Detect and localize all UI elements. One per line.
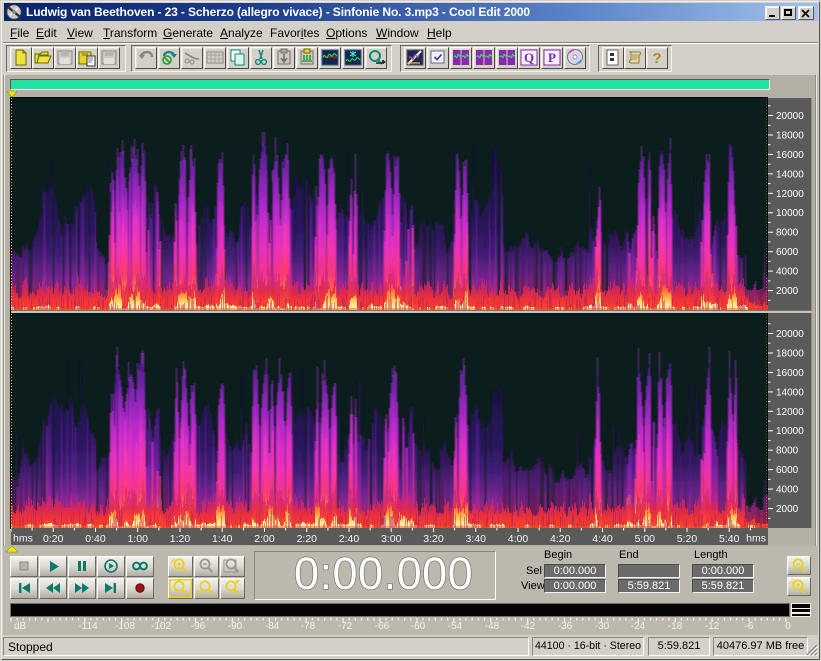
svg-text:3:40: 3:40 [465, 533, 486, 545]
svg-text:5:20: 5:20 [677, 533, 698, 545]
svg-text:2:00: 2:00 [254, 533, 275, 545]
svg-text:5:00: 5:00 [635, 533, 656, 545]
svg-text:2000: 2000 [776, 286, 799, 297]
svg-text:12000: 12000 [776, 189, 804, 200]
svg-text:0:40: 0:40 [85, 533, 106, 545]
svg-text:2000: 2000 [776, 504, 799, 515]
svg-text:hms: hms [746, 533, 766, 545]
svg-text:4:20: 4:20 [550, 533, 571, 545]
svg-text:4:40: 4:40 [592, 533, 613, 545]
svg-text:hms: hms [13, 533, 33, 545]
svg-text:14000: 14000 [776, 169, 804, 180]
svg-text:3:00: 3:00 [381, 533, 402, 545]
svg-text:8000: 8000 [776, 446, 799, 457]
svg-text:4000: 4000 [776, 485, 799, 496]
svg-text:16000: 16000 [776, 150, 804, 161]
svg-text:1:40: 1:40 [212, 533, 233, 545]
svg-text:18000: 18000 [776, 131, 804, 142]
svg-text:20000: 20000 [776, 329, 804, 340]
svg-text:3:20: 3:20 [423, 533, 444, 545]
svg-text:6000: 6000 [776, 465, 799, 476]
svg-text:18000: 18000 [776, 349, 804, 360]
svg-text:12000: 12000 [776, 407, 804, 418]
svg-text:4000: 4000 [776, 267, 799, 278]
svg-text:4:00: 4:00 [508, 533, 529, 545]
svg-text:1:00: 1:00 [127, 533, 148, 545]
svg-text:1:20: 1:20 [170, 533, 191, 545]
svg-text:20000: 20000 [776, 111, 804, 122]
svg-text:6000: 6000 [776, 247, 799, 258]
svg-text:10000: 10000 [776, 426, 804, 437]
svg-text:10000: 10000 [776, 208, 804, 219]
svg-text:8000: 8000 [776, 228, 799, 239]
svg-text:2:40: 2:40 [339, 533, 360, 545]
svg-text:14000: 14000 [776, 387, 804, 398]
svg-text:5:40: 5:40 [719, 533, 740, 545]
svg-text:16000: 16000 [776, 368, 804, 379]
svg-text:0:20: 0:20 [43, 533, 64, 545]
svg-text:2:20: 2:20 [297, 533, 318, 545]
